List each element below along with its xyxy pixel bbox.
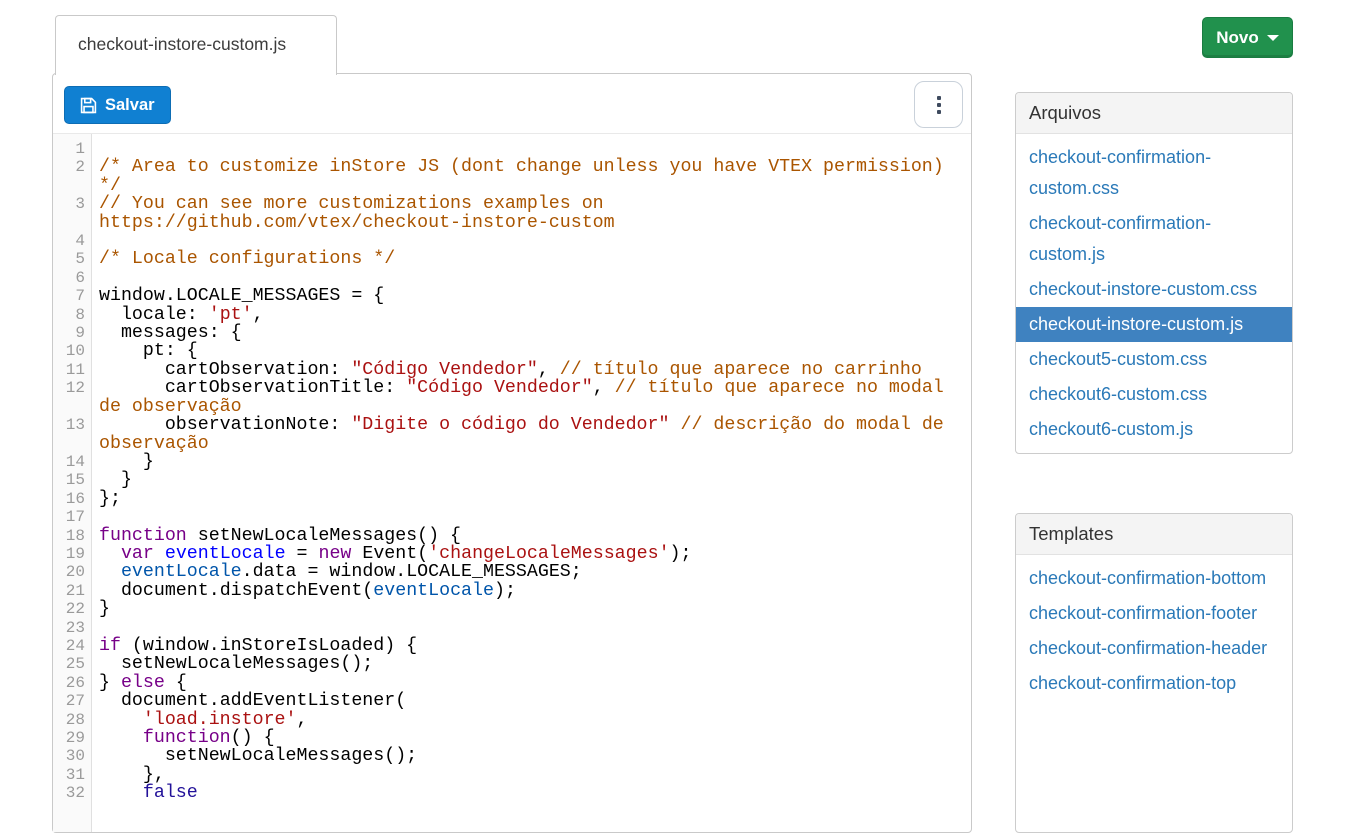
templates-panel-title: Templates bbox=[1016, 514, 1292, 555]
code-line: 14 } bbox=[53, 453, 971, 471]
line-number: 31 bbox=[53, 766, 93, 784]
file-link[interactable]: checkout-confirmation-footer bbox=[1016, 596, 1292, 631]
file-link[interactable]: checkout5-custom.css bbox=[1016, 342, 1292, 377]
code-line: 8 locale: 'pt', bbox=[53, 306, 971, 324]
code-line: 11 cartObservation: "Código Vendedor", /… bbox=[53, 361, 971, 379]
line-number: 22 bbox=[53, 600, 93, 618]
code-line: 9 messages: { bbox=[53, 324, 971, 342]
file-link[interactable]: checkout6-custom.js bbox=[1016, 412, 1292, 447]
line-number: 20 bbox=[53, 563, 93, 581]
editor-toolbar: Salvar bbox=[53, 74, 971, 134]
line-number: 5 bbox=[53, 250, 93, 268]
line-number: 24 bbox=[53, 637, 93, 655]
line-number: 29 bbox=[53, 729, 93, 747]
code-line: 6 bbox=[53, 269, 971, 287]
kebab-menu-button[interactable] bbox=[914, 81, 963, 128]
line-number: 15 bbox=[53, 471, 93, 489]
code-line: 27 document.addEventListener( bbox=[53, 692, 971, 710]
code-line: 19 var eventLocale = new Event('changeLo… bbox=[53, 545, 971, 563]
code-line: 20 eventLocale.data = window.LOCALE_MESS… bbox=[53, 563, 971, 581]
code-line: 31 }, bbox=[53, 766, 971, 784]
line-number: 11 bbox=[53, 361, 93, 379]
templates-panel: Templates checkout-confirmation-bottomch… bbox=[1015, 513, 1293, 833]
line-number: 28 bbox=[53, 711, 93, 729]
code-line: 28 'load.instore', bbox=[53, 711, 971, 729]
line-number: 1 bbox=[53, 140, 93, 158]
line-number: 12 bbox=[53, 379, 93, 397]
code-line: 23 bbox=[53, 619, 971, 637]
line-number: 21 bbox=[53, 582, 93, 600]
code-line: 1 bbox=[53, 140, 971, 158]
code-line: 29 function() { bbox=[53, 729, 971, 747]
code-lines: 12/* Area to customize inStore JS (dont … bbox=[53, 140, 971, 803]
code-line: 18function setNewLocaleMessages() { bbox=[53, 527, 971, 545]
line-number: 26 bbox=[53, 674, 93, 692]
templates-list: checkout-confirmation-bottomcheckout-con… bbox=[1016, 555, 1292, 707]
file-link[interactable]: checkout-confirmation-header bbox=[1016, 631, 1292, 666]
code-line: 5/* Locale configurations */ bbox=[53, 250, 971, 268]
code-line: 4 bbox=[53, 232, 971, 250]
line-number: 4 bbox=[53, 232, 93, 250]
code-line: 3// You can see more customizations exam… bbox=[53, 195, 971, 232]
code-line: 15 } bbox=[53, 471, 971, 489]
line-number: 9 bbox=[53, 324, 93, 342]
line-number: 19 bbox=[53, 545, 93, 563]
line-number: 7 bbox=[53, 287, 93, 305]
code-line: 17 bbox=[53, 508, 971, 526]
file-link[interactable]: checkout-confirmation-top bbox=[1016, 666, 1292, 701]
code-line: 24if (window.inStoreIsLoaded) { bbox=[53, 637, 971, 655]
files-list: checkout-confirmation-custom.csscheckout… bbox=[1016, 134, 1292, 453]
file-link[interactable]: checkout-confirmation-custom.css bbox=[1016, 140, 1292, 206]
line-number: 13 bbox=[53, 416, 93, 434]
line-number: 6 bbox=[53, 269, 93, 287]
line-number: 8 bbox=[53, 306, 93, 324]
files-panel-title: Arquivos bbox=[1016, 93, 1292, 134]
code-line: 26} else { bbox=[53, 674, 971, 692]
line-number: 17 bbox=[53, 508, 93, 526]
save-button[interactable]: Salvar bbox=[64, 86, 171, 124]
code-line: 2/* Area to customize inStore JS (dont c… bbox=[53, 158, 971, 195]
file-link[interactable]: checkout-confirmation-bottom bbox=[1016, 561, 1292, 596]
line-number: 14 bbox=[53, 453, 93, 471]
file-link[interactable]: checkout-confirmation-custom.js bbox=[1016, 206, 1292, 272]
files-panel: Arquivos checkout-confirmation-custom.cs… bbox=[1015, 92, 1293, 454]
line-number: 25 bbox=[53, 655, 93, 673]
code-line: 22} bbox=[53, 600, 971, 618]
file-link[interactable]: checkout6-custom.css bbox=[1016, 377, 1292, 412]
code-line: 13 observationNote: "Digite o código do … bbox=[53, 416, 971, 453]
novo-button[interactable]: Novo bbox=[1202, 17, 1293, 58]
caret-down-icon bbox=[1267, 35, 1279, 41]
code-line: 30 setNewLocaleMessages(); bbox=[53, 747, 971, 765]
file-link[interactable]: checkout-instore-custom.css bbox=[1016, 272, 1292, 307]
file-tab[interactable]: checkout-instore-custom.js bbox=[55, 15, 337, 75]
line-number: 10 bbox=[53, 342, 93, 360]
code-line: 7window.LOCALE_MESSAGES = { bbox=[53, 287, 971, 305]
kebab-vertical-icon bbox=[937, 96, 941, 114]
tab-label: checkout-instore-custom.js bbox=[56, 16, 336, 73]
line-number: 27 bbox=[53, 692, 93, 710]
code-line: 25 setNewLocaleMessages(); bbox=[53, 655, 971, 673]
file-link-selected[interactable]: checkout-instore-custom.js bbox=[1016, 307, 1292, 342]
line-number: 2 bbox=[53, 158, 93, 176]
line-number: 18 bbox=[53, 527, 93, 545]
save-button-label: Salvar bbox=[105, 96, 155, 115]
line-number: 30 bbox=[53, 747, 93, 765]
code-line: 16}; bbox=[53, 490, 971, 508]
novo-button-label: Novo bbox=[1216, 28, 1259, 48]
line-number: 16 bbox=[53, 490, 93, 508]
code-line: 10 pt: { bbox=[53, 342, 971, 360]
code-line: 21 document.dispatchEvent(eventLocale); bbox=[53, 582, 971, 600]
line-number: 3 bbox=[53, 195, 93, 213]
code-line: 12 cartObservationTitle: "Código Vendedo… bbox=[53, 379, 971, 416]
code-editor[interactable]: 12/* Area to customize inStore JS (dont … bbox=[53, 134, 971, 832]
line-number: 23 bbox=[53, 619, 93, 637]
floppy-disk-icon bbox=[80, 97, 97, 114]
editor-panel: Salvar 12/* Area to customize inStore JS… bbox=[52, 73, 972, 833]
